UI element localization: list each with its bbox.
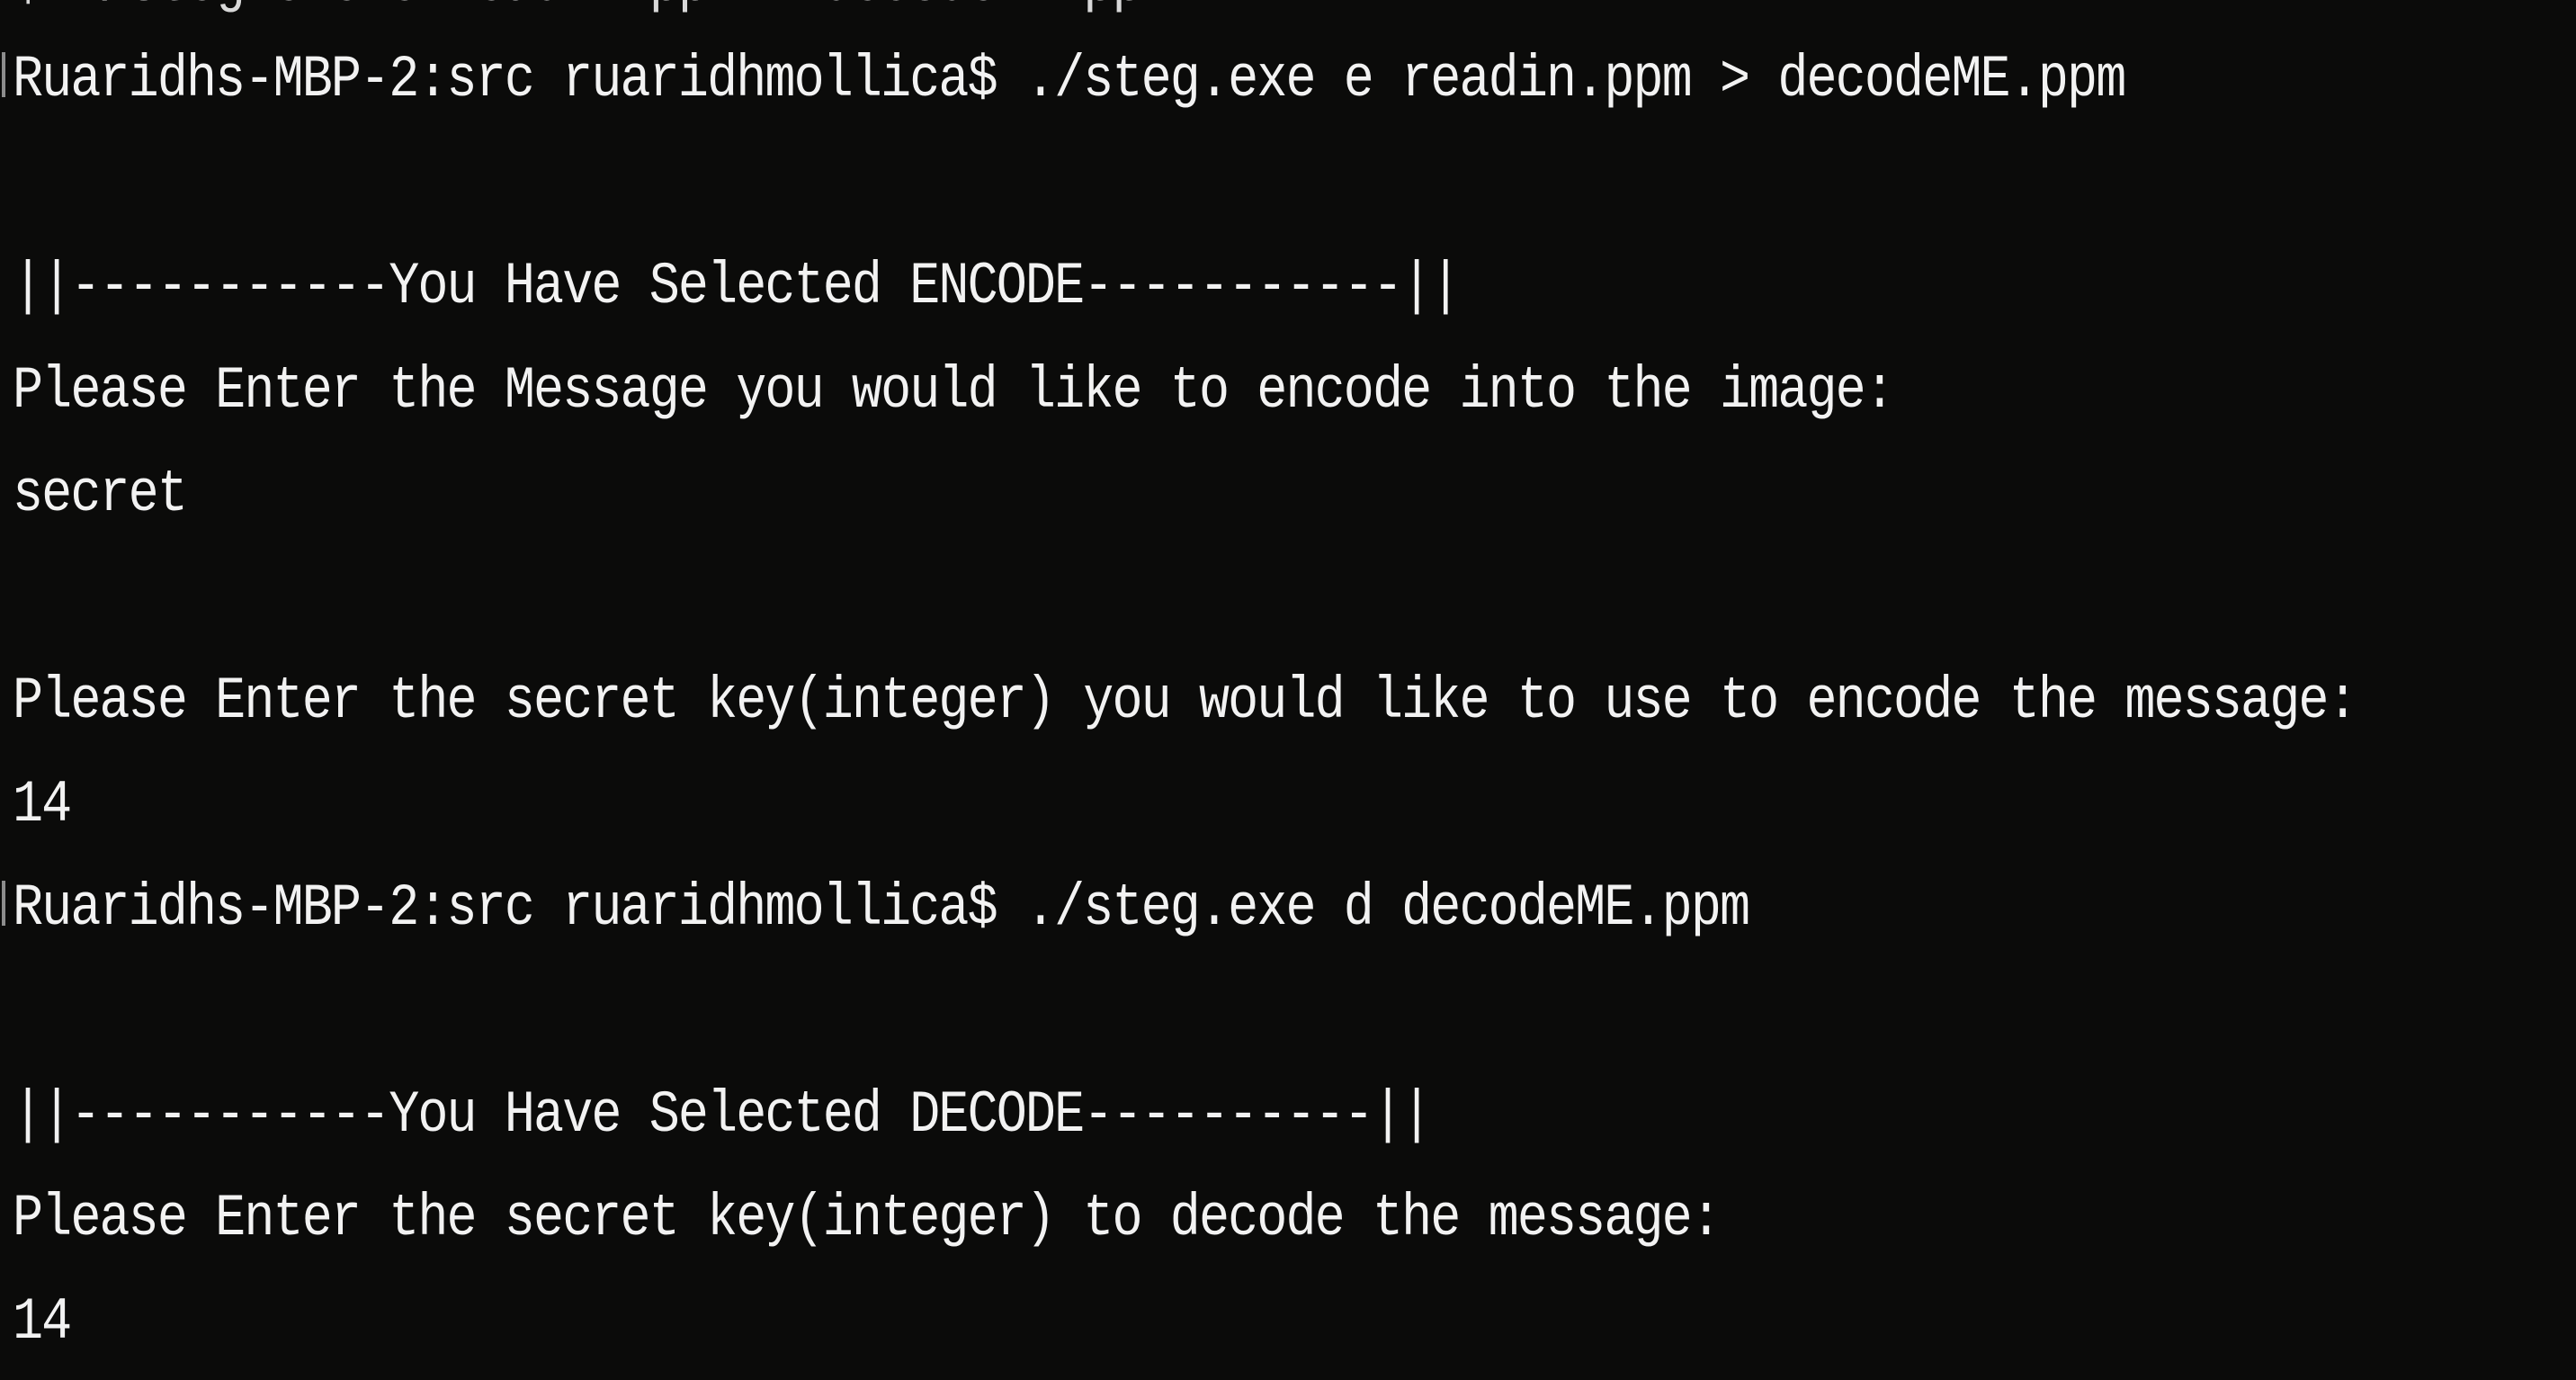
terminal-line-secret-input: secret [13,461,188,528]
terminal-line-previous-command: $ ./steg.exe e readin.ppm > decodeME.ppm [13,0,1172,22]
terminal-line-encode-key-prompt: Please Enter the secret key(integer) you… [13,668,2358,735]
terminal-line-encode-banner: ||-----------You Have Selected ENCODE---… [13,253,1461,320]
terminal-line-encode-command: Ruaridhs-MBP-2:src ruaridhmollica$ ./ste… [13,46,2126,113]
terminal-window[interactable]: $ ./steg.exe e readin.ppm > decodeME.ppm… [0,0,2576,1380]
terminal-line-decode-key-prompt: Please Enter the secret key(integer) to … [13,1185,1722,1252]
terminal-line-encode-message-prompt: Please Enter the Message you would like … [13,357,1895,425]
prompt-marker-icon [2,881,5,926]
terminal-line-decode-key-input: 14 [13,1288,72,1356]
prompt-marker-icon [2,52,5,97]
terminal-line-encode-key-input: 14 [13,771,72,838]
terminal-line-decode-banner: ||-----------You Have Selected DECODE---… [13,1081,1432,1149]
terminal-line-decode-command: Ruaridhs-MBP-2:src ruaridhmollica$ ./ste… [13,874,1750,942]
